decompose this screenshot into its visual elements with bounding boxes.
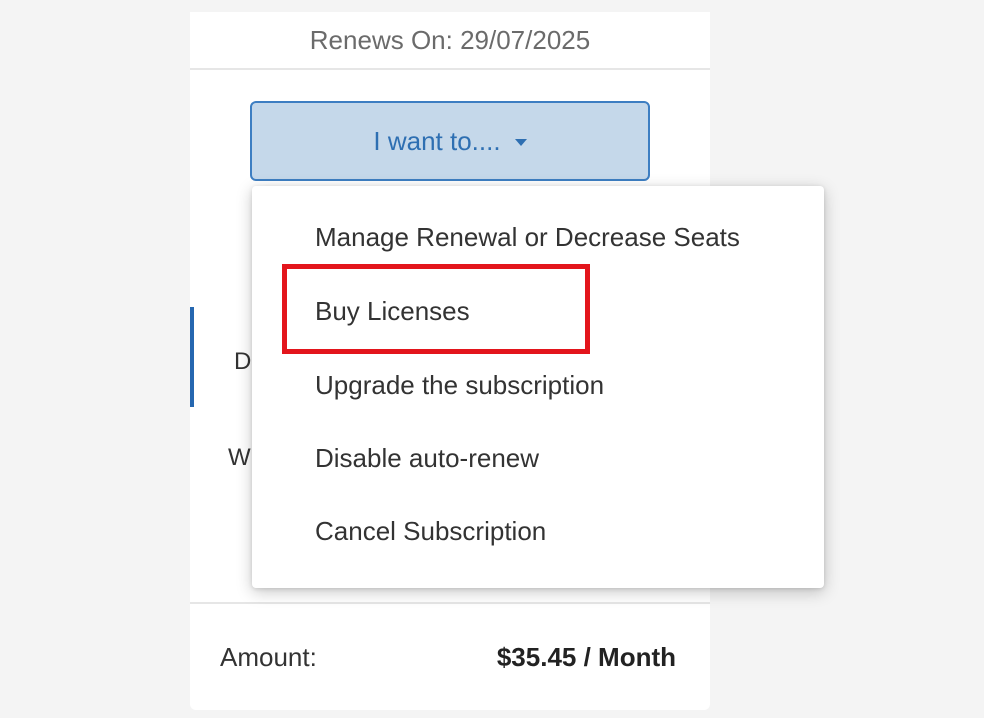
tab-label: D <box>234 348 252 375</box>
renewal-date: Renews On: 29/07/2025 <box>309 24 591 55</box>
menu-item-buy-licenses[interactable]: Buy Licenses <box>315 296 470 327</box>
menu-item-manage-renewal[interactable]: Manage Renewal or Decrease Seats <box>315 222 740 253</box>
divider <box>190 602 710 604</box>
amount-value: $35.45 / Month <box>496 642 676 672</box>
row-label: W <box>228 444 251 471</box>
i-want-to-menu: Manage Renewal or Decrease Seats Buy Lic… <box>252 186 824 588</box>
menu-item-cancel-subscription[interactable]: Cancel Subscription <box>315 516 546 547</box>
i-want-to-label: I want to.... <box>373 125 501 156</box>
menu-item-disable-auto-renew[interactable]: Disable auto-renew <box>315 443 539 474</box>
menu-item-upgrade-subscription[interactable]: Upgrade the subscription <box>315 370 604 401</box>
amount-label: Amount: <box>220 642 317 672</box>
caret-down-icon <box>514 138 527 146</box>
i-want-to-dropdown-button[interactable]: I want to.... <box>250 101 650 181</box>
stage: Renews On: 29/07/2025 I want to.... D W … <box>0 0 984 718</box>
divider <box>190 68 710 70</box>
